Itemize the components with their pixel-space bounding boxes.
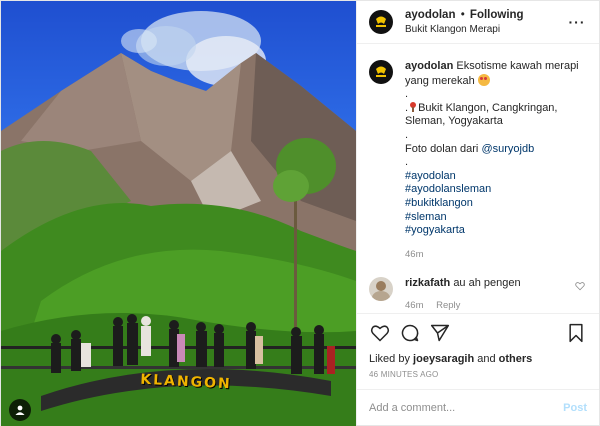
comment-item: rizkafath au ah pengen 46m Reply (369, 277, 587, 312)
tagged-users-button[interactable] (9, 399, 31, 421)
post-photo[interactable]: KLANGON (1, 1, 356, 426)
caption-location: Bukit Klangon, Cangkringan, Sleman, Yogy… (405, 101, 558, 128)
post-caption: ayodolan Eksotisme kawah merapi yang mer… (369, 60, 587, 261)
heart-icon (575, 282, 585, 291)
caption-dot: . (405, 128, 409, 141)
liked-by-user-link[interactable]: joeysaragih (413, 353, 474, 365)
hashtag-link[interactable]: #ayodolan (405, 170, 587, 184)
comment-button[interactable] (399, 322, 421, 344)
hashtag-link[interactable]: #sleman (405, 211, 587, 225)
hashtag-link[interactable]: #yogyakarta (405, 224, 587, 238)
ayodolan-logo-icon (371, 62, 391, 82)
more-options-icon: ··· (568, 14, 586, 30)
like-button[interactable] (369, 322, 391, 344)
comment-body: rizkafath au ah pengen 46m Reply (405, 277, 575, 312)
header-meta: ayodolan • Following Bukit Klangon Merap… (405, 8, 567, 36)
post-timestamp[interactable]: 46 MINUTES AGO (369, 370, 587, 379)
add-comment-input[interactable] (369, 401, 564, 414)
caption-avatar[interactable] (369, 60, 393, 84)
bookmark-icon (569, 323, 583, 343)
more-options-button[interactable]: ··· (567, 14, 587, 30)
like-comment-button[interactable] (575, 280, 587, 312)
commenter-username[interactable]: rizkafath (405, 277, 450, 289)
likes-others-link[interactable]: others (499, 353, 533, 365)
location-link[interactable]: Bukit Klangon Merapi (405, 23, 567, 36)
action-icons-row (369, 320, 587, 346)
heart-icon (370, 325, 390, 342)
caption-credit-line: Foto dolan dari @suryojdb (405, 143, 587, 157)
comment-bubble-icon (401, 324, 419, 342)
caption-username[interactable]: ayodolan (405, 60, 453, 72)
location-pin-icon (410, 101, 417, 112)
save-button[interactable] (565, 322, 587, 344)
hashtag-link[interactable]: #bukitklangon (405, 197, 587, 211)
comment-timestamp[interactable]: 46m (405, 300, 423, 311)
caption-location-prefix: . (405, 101, 409, 114)
reply-button[interactable]: Reply (436, 300, 460, 311)
comment-text: au ah pengen (453, 277, 521, 290)
post-comment-button[interactable]: Post (563, 402, 587, 414)
likes-and: and (477, 353, 496, 365)
follow-status-button[interactable]: Following (470, 9, 524, 21)
likes-summary: Liked by joeysaragih and others (369, 352, 587, 366)
add-comment-bar: Post (357, 389, 599, 425)
credit-user-link[interactable]: @suryojdb (481, 143, 534, 155)
caption-body: ayodolan Eksotisme kawah merapi yang mer… (405, 60, 587, 261)
volcano-landscape-image (1, 11, 356, 426)
comment-meta: 46m Reply (405, 299, 575, 313)
post-header: ayodolan • Following Bukit Klangon Merap… (357, 1, 599, 44)
caption-dot: . (405, 88, 409, 101)
author-avatar[interactable] (369, 10, 393, 34)
caption-dot: . (405, 156, 409, 169)
header-title-line: ayodolan • Following (405, 8, 567, 22)
ayodolan-logo-icon (371, 12, 391, 32)
likes-prefix: Liked by (369, 353, 410, 365)
caption-first-line: ayodolan Eksotisme kawah merapi yang mer… (405, 60, 587, 88)
author-username[interactable]: ayodolan (405, 9, 455, 21)
separator-dot: • (460, 9, 465, 21)
post-actions: Liked by joeysaragih and others 46 MINUT… (357, 313, 599, 379)
comments-area: ayodolan Eksotisme kawah merapi yang mer… (357, 44, 599, 313)
paper-plane-icon (430, 324, 450, 342)
caption-location-line: . Bukit Klangon, Cangkringan, Sleman, Yog… (405, 101, 587, 129)
post-side-panel: ayodolan • Following Bukit Klangon Merap… (356, 1, 599, 425)
person-icon (15, 405, 25, 415)
hashtag-link[interactable]: #ayodolansleman (405, 183, 587, 197)
share-button[interactable] (429, 322, 451, 344)
heart-eyes-emoji-icon (477, 73, 490, 86)
instagram-post: KLANGON ayodolan • Following Bukit Klang… (0, 0, 600, 426)
commenter-avatar[interactable] (369, 277, 393, 302)
caption-credit-text: Foto dolan dari (405, 142, 479, 155)
caption-timestamp[interactable]: 46m (405, 248, 587, 262)
